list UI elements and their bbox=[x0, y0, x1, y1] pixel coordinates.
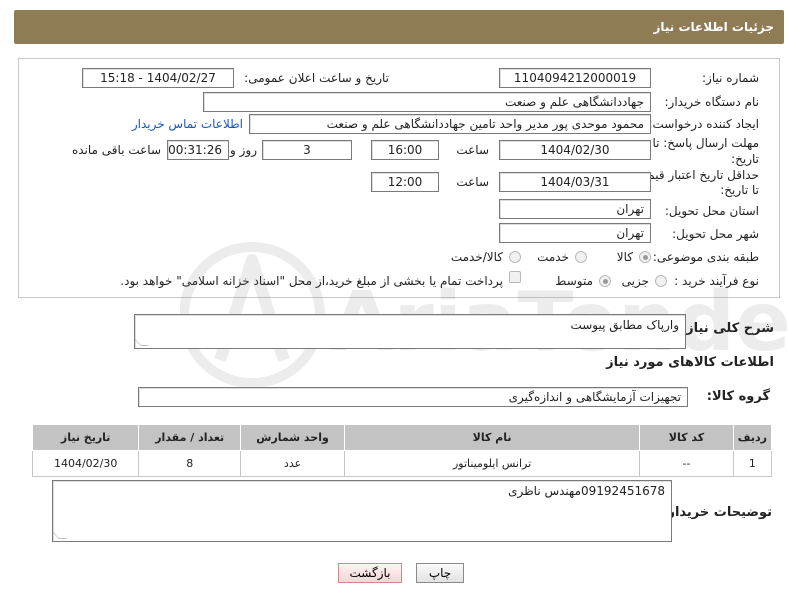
resize-handle-icon[interactable] bbox=[135, 338, 149, 346]
process-label: نوع فرآیند خرید : bbox=[674, 274, 759, 288]
days-field[interactable]: 3 bbox=[262, 140, 352, 160]
treasury-payment-note: پرداخت تمام یا بخشی از مبلغ خرید،از محل … bbox=[120, 274, 503, 288]
category-radio-goods-service[interactable] bbox=[509, 251, 521, 263]
goods-table: ردیف کد کالا نام کالا واحد شمارش تعداد /… bbox=[31, 424, 773, 477]
goods-table-header: ردیف کد کالا نام کالا واحد شمارش تعداد /… bbox=[31, 424, 773, 451]
buyer-org-field[interactable]: جهاددانشگاهی علم و صنعت bbox=[203, 92, 651, 112]
table-row[interactable]: 1 -- ترانس ایلومیناتور عدد 8 1404/02/30 bbox=[31, 450, 773, 477]
deadline-date-field[interactable]: 1404/02/30 bbox=[499, 140, 651, 160]
buyer-contact-link[interactable]: اطلاعات تماس خریدار bbox=[132, 117, 243, 131]
category-option-goods: کالا bbox=[616, 250, 633, 264]
process-option-minor: جزیی bbox=[621, 274, 649, 288]
deadline-label-line1: مهلت ارسال پاسخ: تا bbox=[652, 136, 759, 150]
validity-label-line1: حداقل تاریخ اعتبار قیمت: bbox=[632, 168, 759, 182]
col-name: نام کالا bbox=[344, 424, 641, 451]
col-need-date: تاریخ نیاز bbox=[31, 424, 140, 451]
goods-group-label: گروه کالا: bbox=[706, 389, 770, 404]
buyer-notes-label: توضیحات خریدار: bbox=[662, 505, 772, 520]
back-button[interactable]: بازگشت bbox=[338, 563, 402, 583]
description-text: وارپاک مطابق پیوست bbox=[570, 318, 679, 332]
resize-handle-icon[interactable] bbox=[53, 531, 67, 539]
treasury-payment-checkbox[interactable] bbox=[509, 271, 521, 283]
description-field[interactable]: وارپاک مطابق پیوست bbox=[134, 314, 686, 349]
cell-quantity: 8 bbox=[138, 450, 242, 477]
deadline-label-line2: تاریخ: bbox=[731, 152, 759, 166]
category-radio-service[interactable] bbox=[575, 251, 587, 263]
category-option-goods-service: کالا/خدمت bbox=[450, 250, 503, 264]
process-radio-minor[interactable] bbox=[655, 275, 667, 287]
cell-code: -- bbox=[639, 450, 734, 477]
cell-row: 1 bbox=[732, 450, 773, 477]
need-info-panel: شماره نیاز: 1104094212000019 تاریخ و ساع… bbox=[18, 58, 780, 298]
category-label: طبقه بندی موضوعی: bbox=[652, 250, 759, 264]
validity-time-label: ساعت bbox=[456, 175, 489, 189]
col-code: کد کالا bbox=[639, 424, 734, 451]
process-option-medium: متوسط bbox=[555, 274, 593, 288]
col-unit: واحد شمارش bbox=[240, 424, 346, 451]
province-field[interactable]: تهران bbox=[499, 199, 651, 219]
description-label: شرح کلی نیاز: bbox=[680, 321, 774, 336]
page-title: جزئیات اطلاعات نیاز bbox=[653, 20, 774, 34]
cell-unit: عدد bbox=[240, 450, 346, 477]
col-row: ردیف bbox=[732, 424, 773, 451]
remaining-label: ساعت باقی مانده bbox=[71, 143, 161, 157]
deadline-time-field[interactable]: 16:00 bbox=[371, 140, 439, 160]
need-number-field[interactable]: 1104094212000019 bbox=[499, 68, 651, 88]
validity-label-line2: تا تاریخ: bbox=[720, 183, 759, 197]
buyer-org-label: نام دستگاه خریدار: bbox=[664, 95, 760, 109]
buyer-notes-field[interactable]: 09192451678مهندس ناظری bbox=[52, 480, 672, 542]
cell-name: ترانس ایلومیناتور bbox=[344, 450, 641, 477]
category-option-service: خدمت bbox=[537, 250, 569, 264]
need-number-label: شماره نیاز: bbox=[702, 71, 759, 85]
city-field[interactable]: تهران bbox=[499, 223, 651, 243]
announce-label: تاریخ و ساعت اعلان عمومی: bbox=[244, 71, 389, 85]
validity-time-field[interactable]: 12:00 bbox=[371, 172, 439, 192]
validity-date-field[interactable]: 1404/03/31 bbox=[499, 172, 651, 192]
buyer-notes-text: 09192451678مهندس ناظری bbox=[508, 484, 665, 498]
print-button[interactable]: چاپ bbox=[416, 563, 464, 583]
deadline-time-label: ساعت bbox=[456, 143, 489, 157]
creator-label: ایجاد کننده درخواست: bbox=[648, 117, 759, 131]
days-and-label: روز و bbox=[230, 143, 257, 157]
city-label: شهر محل تحویل: bbox=[672, 227, 759, 241]
creator-field[interactable]: محمود موحدی پور مدیر واحد تامین جهاددانش… bbox=[249, 114, 651, 134]
page-header: جزئیات اطلاعات نیاز bbox=[14, 10, 784, 44]
goods-section-title: اطلاعات کالاهای مورد نیاز bbox=[606, 355, 774, 370]
province-label: استان محل تحویل: bbox=[664, 204, 759, 218]
goods-group-field[interactable]: تجهیزات آزمایشگاهی و اندازه‌گیری bbox=[138, 387, 688, 407]
cell-need-date: 1404/02/30 bbox=[31, 450, 140, 477]
announce-datetime-field[interactable]: 1404/02/27 - 15:18 bbox=[82, 68, 234, 88]
category-radio-goods[interactable] bbox=[639, 251, 651, 263]
remaining-time-field[interactable]: 00:31:26 bbox=[167, 140, 229, 160]
col-quantity: تعداد / مقدار bbox=[138, 424, 242, 451]
process-radio-medium[interactable] bbox=[599, 275, 611, 287]
